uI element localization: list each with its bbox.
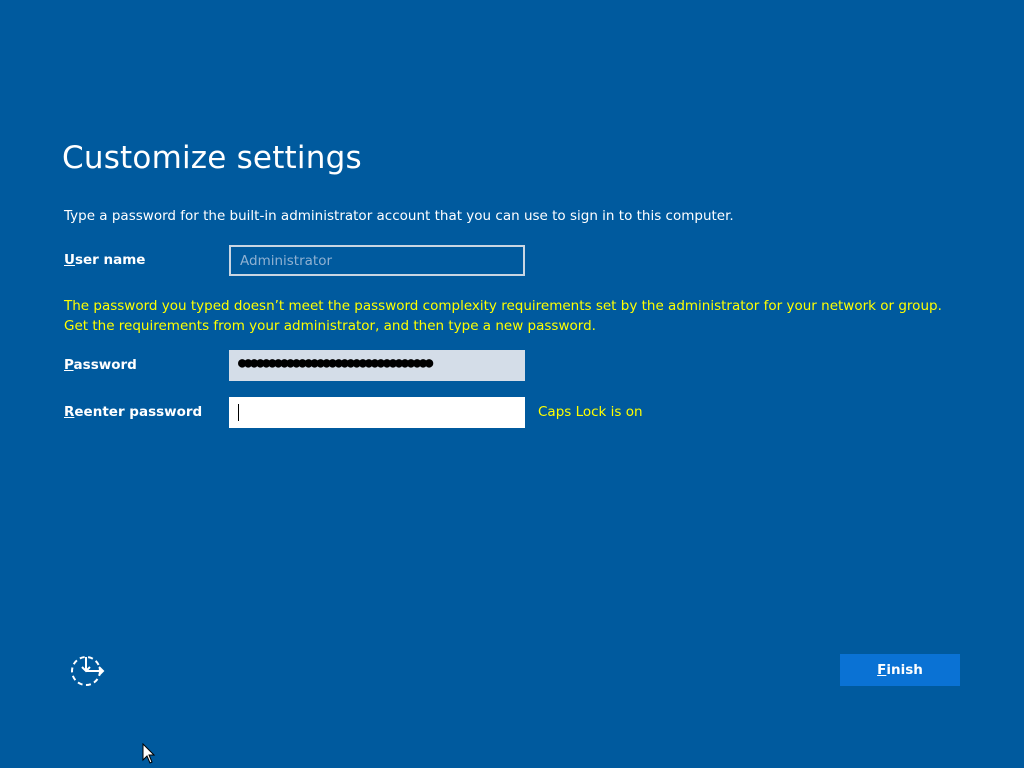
finish-accesskey: F	[877, 662, 887, 678]
password-masked-value: ●●●●●●●●●●●●●●●●●●●●●●●●●●●●●●●●	[238, 355, 433, 371]
password-label-rest: assword	[73, 357, 137, 373]
setup-screen: Customize settings Type a password for t…	[0, 0, 1024, 768]
password-complexity-warning: The password you typed doesn’t meet the …	[64, 298, 942, 334]
password-field[interactable]: ●●●●●●●●●●●●●●●●●●●●●●●●●●●●●●●●	[229, 350, 525, 381]
page-title: Customize settings	[62, 140, 362, 176]
username-label: User name	[64, 252, 145, 268]
mouse-pointer-icon	[142, 742, 156, 765]
intro-text: Type a password for the built-in adminis…	[64, 208, 734, 224]
password-label-accesskey: P	[64, 357, 74, 373]
reenter-label-accesskey: R	[64, 404, 75, 420]
reenter-label-rest: eenter password	[74, 404, 203, 420]
password-label: Password	[64, 357, 137, 373]
username-label-rest: ser name	[74, 252, 146, 268]
reenter-password-field[interactable]	[229, 397, 525, 428]
reenter-password-label: Reenter password	[64, 404, 202, 420]
caps-lock-note: Caps Lock is on	[538, 404, 643, 420]
username-value: Administrator	[240, 253, 333, 269]
username-field[interactable]: Administrator	[229, 245, 525, 276]
ease-of-access-icon[interactable]	[70, 654, 106, 688]
text-caret	[238, 404, 239, 421]
finish-label-rest: inish	[886, 662, 923, 678]
username-label-accesskey: U	[64, 252, 75, 268]
finish-button[interactable]: Finish	[840, 654, 960, 686]
